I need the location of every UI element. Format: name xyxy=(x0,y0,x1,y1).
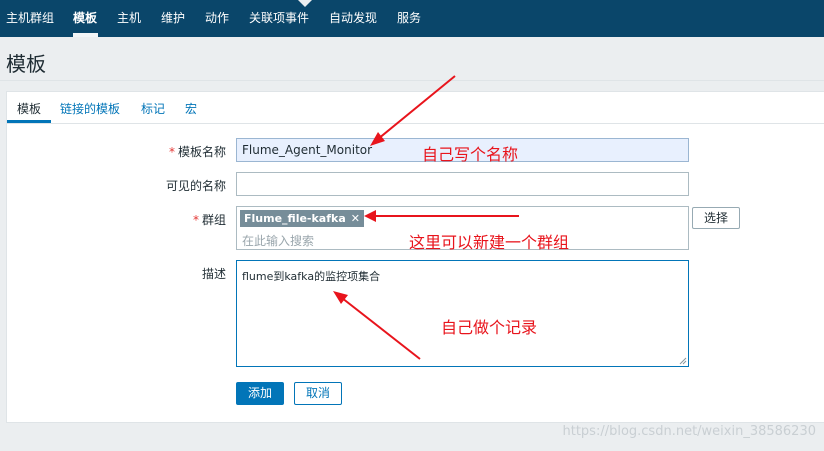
tab-divider xyxy=(7,123,824,124)
tab-template[interactable]: 模板 xyxy=(17,100,41,117)
nav-item-host-groups[interactable]: 主机群组 xyxy=(6,0,54,37)
description-label: 描述 xyxy=(201,267,226,281)
tab-linked-templates[interactable]: 链接的模板 xyxy=(60,100,120,117)
group-tag-label: Flume_file-kafka xyxy=(244,212,346,225)
description-text: flume到kafka的监控项集合 xyxy=(242,270,381,283)
template-name-label: * 模板名称 xyxy=(150,143,226,160)
group-tag: Flume_file-kafka ✕ xyxy=(240,210,364,227)
annotation-name: 自己写个名称 xyxy=(422,145,519,164)
nav-item-services[interactable]: 服务 xyxy=(397,0,421,37)
required-marker: * xyxy=(192,213,199,227)
nav-item-discovery[interactable]: 自动发现 xyxy=(329,0,377,37)
resize-handle-icon[interactable] xyxy=(679,357,687,365)
required-marker: * xyxy=(168,145,175,159)
nav-item-hosts[interactable]: 主机 xyxy=(117,0,141,37)
visible-name-input[interactable] xyxy=(236,172,689,196)
tab-tags[interactable]: 标记 xyxy=(141,100,165,117)
nav-item-actions[interactable]: 动作 xyxy=(205,0,229,37)
title-divider xyxy=(0,80,824,81)
top-navigation: 主机群组 模板 主机 维护 动作 关联项事件 自动发现 服务 xyxy=(0,0,824,37)
groups-search-placeholder[interactable]: 在此输入搜索 xyxy=(242,232,314,249)
add-button[interactable]: 添加 xyxy=(236,382,284,405)
tab-macros[interactable]: 宏 xyxy=(185,100,197,117)
select-groups-button[interactable]: 选择 xyxy=(692,207,740,229)
template-name-label-text: 模板名称 xyxy=(177,145,226,159)
remove-tag-icon[interactable]: ✕ xyxy=(351,212,360,225)
page-title: 模板 xyxy=(6,52,46,76)
cancel-button[interactable]: 取消 xyxy=(294,382,342,405)
groups-label-text: 群组 xyxy=(201,213,226,227)
watermark: https://blog.csdn.net/weixin_38586230 xyxy=(562,424,816,439)
annotation-description: 自己做个记录 xyxy=(441,318,538,337)
nav-item-maintenance[interactable]: 维护 xyxy=(161,0,185,37)
visible-name-label: 可见的名称 xyxy=(165,179,226,193)
annotation-group: 这里可以新建一个群组 xyxy=(409,233,570,252)
nav-item-templates[interactable]: 模板 xyxy=(73,0,97,37)
nav-active-indicator xyxy=(73,33,98,37)
nav-caret-icon xyxy=(298,0,312,7)
groups-label: * 群组 xyxy=(150,211,226,228)
